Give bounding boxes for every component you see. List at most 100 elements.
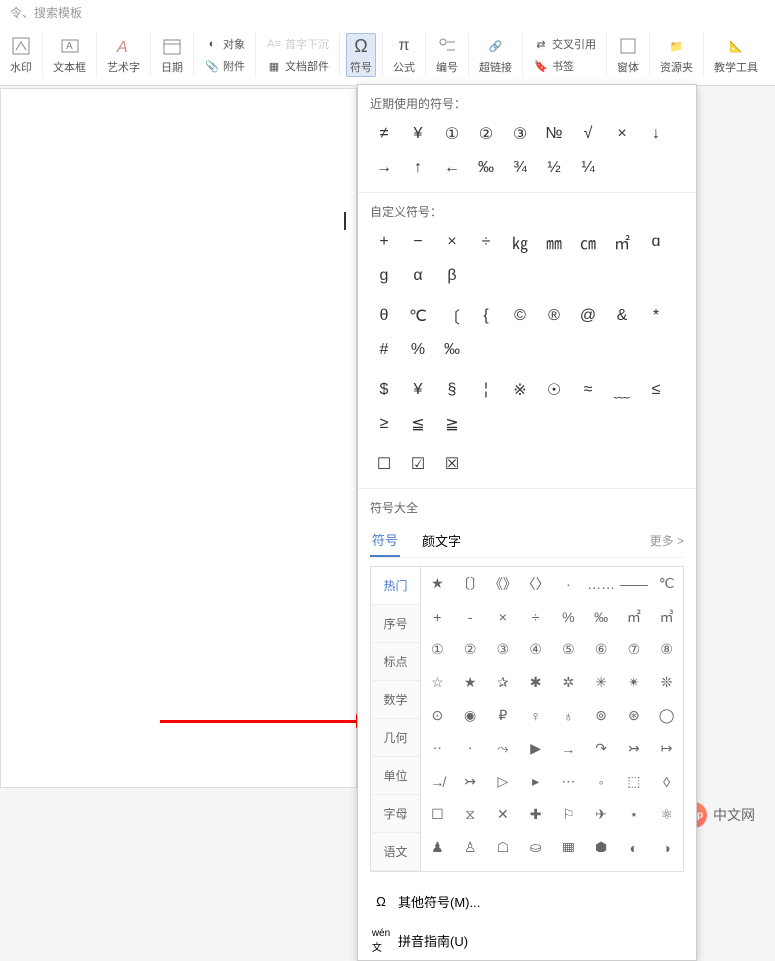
symbol-item[interactable]: ㎜ [540, 228, 568, 256]
grid-symbol[interactable]: ℃ [650, 567, 683, 600]
grid-symbol[interactable]: ⧖ [454, 798, 487, 831]
symbol-item[interactable]: ≧ [438, 410, 466, 438]
symbol-item[interactable]: + [370, 228, 398, 256]
symbol-item[interactable]: θ [370, 302, 398, 330]
symbol-item[interactable]: ☒ [438, 450, 466, 478]
symbol-item[interactable]: { [472, 302, 500, 330]
grid-symbol[interactable]: ↣ [454, 765, 487, 798]
symbol-item[interactable]: α [404, 262, 432, 290]
grid-symbol[interactable]: ⋅⋅ [421, 732, 454, 765]
grid-symbol[interactable]: ⊛ [618, 699, 651, 732]
grid-symbol[interactable]: ⊚ [585, 699, 618, 732]
grid-symbol[interactable]: % [552, 600, 585, 633]
symbol-item[interactable]: % [404, 336, 432, 364]
grid-symbol[interactable]: ♁ [552, 699, 585, 732]
symbol-item[interactable]: 〔 [438, 302, 466, 330]
category-item[interactable]: 热门 [371, 567, 420, 605]
grid-symbol[interactable]: ◊ [650, 765, 683, 798]
symbol-item[interactable]: ® [540, 302, 568, 330]
symbol-item[interactable]: ㎏ [506, 228, 534, 256]
grid-symbol[interactable]: ㎥ [650, 600, 683, 633]
docparts-button[interactable]: ▦ 文档部件 [262, 56, 333, 76]
symbol-button[interactable]: Ω 符号 [346, 33, 376, 77]
symbol-item[interactable]: ☑ [404, 450, 432, 478]
grid-symbol[interactable]: ☆ [421, 666, 454, 699]
dropcap-button[interactable]: A≡ 首字下沉 [262, 34, 333, 54]
category-item[interactable]: 字母 [371, 795, 420, 833]
grid-symbol[interactable]: ◦ [585, 765, 618, 798]
grid-symbol[interactable]: ◐ [618, 831, 651, 852]
grid-symbol[interactable]: 《》 [487, 567, 520, 600]
bookmark-button[interactable]: 🔖 书签 [529, 56, 600, 76]
grid-symbol[interactable]: ✲ [552, 666, 585, 699]
symbol-item[interactable]: ɑ [642, 228, 670, 256]
grid-symbol[interactable]: ④ [519, 633, 552, 666]
symbol-item[interactable]: ※ [506, 376, 534, 404]
grid-symbol[interactable]: + [421, 600, 454, 633]
symbol-item[interactable]: $ [370, 376, 398, 404]
grid-symbol[interactable]: → [552, 732, 585, 765]
symbol-item[interactable]: ≠ [370, 120, 398, 148]
symbol-item[interactable]: ② [472, 120, 500, 148]
grid-symbol[interactable]: ⬚ [618, 765, 651, 798]
grid-symbol[interactable]: ⋅ [454, 732, 487, 765]
symbol-item[interactable]: § [438, 376, 466, 404]
symbol-item[interactable]: √ [574, 120, 602, 148]
symbol-item[interactable]: ¦ [472, 376, 500, 404]
grid-symbol[interactable]: · [552, 567, 585, 600]
symbol-item[interactable]: ③ [506, 120, 534, 148]
watermark-button[interactable]: 水印 [6, 33, 36, 77]
attachment-button[interactable]: 📎 附件 [200, 56, 249, 76]
symbol-item[interactable]: ℃ [404, 302, 432, 330]
grid-symbol[interactable]: ₽ [487, 699, 520, 732]
grid-symbol[interactable]: ⑧ [650, 633, 683, 666]
category-item[interactable]: 数学 [371, 681, 420, 719]
symbol-item[interactable]: © [506, 302, 534, 330]
symbol-grid[interactable]: ★〔〕《》〈〉·……——℃+-×÷%‰㎡㎥①②③④⑤⑥⑦⑧☆★✰✱✲✳✴❊⊙◉₽… [421, 567, 683, 852]
crossref-button[interactable]: ⇄ 交叉引用 [529, 34, 600, 54]
resource-button[interactable]: 📁 资源夹 [656, 33, 697, 77]
other-symbols-item[interactable]: Ω 其他符号(M)... [358, 882, 696, 921]
grid-symbol[interactable]: ✕ [487, 798, 520, 831]
formula-button[interactable]: π 公式 [389, 33, 419, 77]
grid-symbol[interactable]: ★ [454, 666, 487, 699]
symbol-item[interactable]: ≥ [370, 410, 398, 438]
grid-symbol[interactable]: ✚ [519, 798, 552, 831]
symbol-item[interactable]: ↑ [404, 154, 432, 182]
symbol-item[interactable]: & [608, 302, 636, 330]
window-button[interactable]: 窗体 [613, 33, 643, 77]
pinyin-guide-item[interactable]: wén文 拼音指南(U) [358, 921, 696, 960]
symbol-item[interactable]: × [438, 228, 466, 256]
symbol-item[interactable]: ← [438, 154, 466, 182]
grid-symbol[interactable]: ❊ [650, 666, 683, 699]
teaching-button[interactable]: 📐 教学工具 [710, 33, 762, 77]
grid-symbol[interactable]: 〈〉 [519, 567, 552, 600]
grid-symbol[interactable]: ① [421, 633, 454, 666]
grid-symbol[interactable]: ⋆ [618, 798, 651, 831]
grid-symbol[interactable]: ◑ [650, 831, 683, 852]
wordart-button[interactable]: A 艺术字 [103, 33, 144, 77]
grid-symbol[interactable]: ㎡ [618, 600, 651, 633]
symbol-item[interactable]: @ [574, 302, 602, 330]
symbol-item[interactable]: # [370, 336, 398, 364]
grid-symbol[interactable]: ⚛ [650, 798, 683, 831]
symbol-item[interactable]: ﹏ [608, 376, 636, 404]
symbol-item[interactable]: ↓ [642, 120, 670, 148]
symbol-item[interactable]: ㎡ [608, 228, 636, 256]
symbol-item[interactable]: − [404, 228, 432, 256]
grid-symbol[interactable]: - [454, 600, 487, 633]
tab-symbols[interactable]: 符号 [370, 524, 400, 557]
symbol-item[interactable]: № [540, 120, 568, 148]
symbol-item[interactable]: ɡ [370, 262, 398, 290]
grid-symbol[interactable]: ♟ [421, 831, 454, 852]
grid-symbol[interactable]: ♙ [454, 831, 487, 852]
grid-symbol[interactable]: ✰ [487, 666, 520, 699]
search-bar[interactable]: 令、搜索模板 [0, 0, 775, 25]
grid-symbol[interactable]: ⋯ [552, 765, 585, 798]
symbol-item[interactable]: ① [438, 120, 466, 148]
grid-symbol[interactable]: ▷ [487, 765, 520, 798]
symbol-item[interactable]: ‰ [472, 154, 500, 182]
symbol-item[interactable]: ÷ [472, 228, 500, 256]
grid-symbol[interactable]: ↷ [585, 732, 618, 765]
grid-symbol[interactable]: ☖ [487, 831, 520, 852]
